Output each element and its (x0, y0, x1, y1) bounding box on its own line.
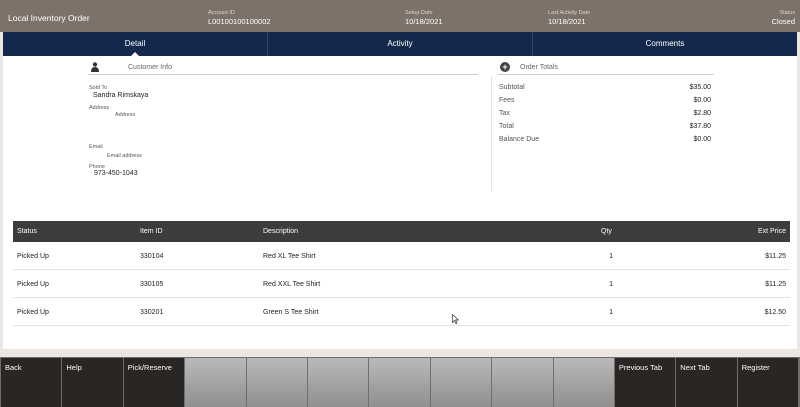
account-id-field: Account ID L00100100100002 (208, 10, 271, 26)
empty-function-key (492, 358, 553, 407)
table-row[interactable]: Picked Up 330201 Green S Tee Shirt 1 $12… (13, 298, 790, 326)
page-title: Local Inventory Order (8, 13, 90, 23)
cell-item-id: 330201 (140, 309, 164, 316)
status-value: Closed (771, 17, 795, 26)
tab-bar: Detail Activity Comments (3, 32, 797, 56)
previous-tab-button[interactable]: Previous Tab (614, 358, 676, 407)
cell-item-id: 330104 (140, 253, 164, 260)
back-button[interactable]: Back (1, 358, 62, 407)
setup-date-field: Setup Date 10/18/2021 (405, 10, 443, 26)
email-value: Email address (107, 153, 142, 159)
last-activity-label: Last Activity Date (548, 10, 591, 16)
column-ext-price[interactable]: Ext Price (758, 228, 786, 235)
empty-function-key (553, 358, 614, 407)
help-button[interactable]: Help (62, 358, 123, 407)
customer-info-title: Customer Info (128, 64, 172, 71)
empty-function-key (246, 358, 307, 407)
last-activity-value: 10/18/2021 (548, 17, 586, 26)
cell-status: Picked Up (17, 253, 49, 260)
detail-panel: Customer Info Sold To Sandra Rimskaya Ad… (3, 56, 797, 349)
empty-function-key (307, 358, 369, 407)
totals-value: $2.80 (693, 110, 711, 117)
pick-reserve-button[interactable]: Pick/Reserve (123, 358, 185, 407)
account-id-value: L00100100100002 (208, 17, 271, 26)
cell-description: Red XL Tee Shirt (263, 253, 316, 260)
customer-info-header: Customer Info (88, 61, 478, 75)
account-id-label: Account ID (208, 10, 235, 16)
sold-to-value: Sandra Rimskaya (93, 92, 149, 99)
status-field: Status Closed (772, 10, 795, 26)
function-key-bar: Back Help Pick/Reserve Previous Tab Next… (0, 357, 800, 407)
column-description[interactable]: Description (263, 228, 298, 235)
totals-value: $0.00 (693, 97, 711, 104)
sold-to-label: Sold To (89, 85, 108, 91)
totals-label: Balance Due (499, 136, 540, 143)
column-qty[interactable]: Qty (601, 228, 612, 235)
cell-description: Red XXL Tee Shirt (263, 281, 321, 288)
order-totals-header: + Order Totals (498, 61, 714, 75)
address-label: Address (89, 105, 110, 111)
table-row[interactable]: Picked Up 330105 Red XXL Tee Shirt 1 $11… (13, 270, 790, 298)
empty-function-key (185, 358, 246, 407)
totals-label: Tax (499, 110, 510, 117)
last-activity-field: Last Activity Date 10/18/2021 (548, 10, 590, 26)
cell-description: Green S Tee Shirt (263, 309, 319, 316)
totals-label: Fees (499, 97, 515, 104)
column-item-id[interactable]: Item ID (140, 228, 163, 235)
column-status[interactable]: Status (17, 228, 37, 235)
status-label: Status (779, 10, 795, 16)
items-table: Status Item ID Description Qty Ext Price… (13, 221, 790, 326)
totals-value: $0.00 (693, 136, 711, 143)
next-tab-button[interactable]: Next Tab (676, 358, 737, 407)
totals-row-total: Total $37.80 (499, 123, 711, 130)
cell-status: Picked Up (17, 309, 49, 316)
totals-row-subtotal: Subtotal $35.00 (499, 84, 711, 91)
register-button[interactable]: Register (737, 358, 799, 407)
title-bar: Local Inventory Order Account ID L001001… (0, 0, 800, 32)
phone-value: 973-450-1043 (94, 170, 138, 177)
person-icon (91, 62, 99, 72)
totals-label: Total (499, 123, 514, 130)
cell-qty: 1 (609, 281, 613, 288)
setup-date-value: 10/18/2021 (405, 17, 443, 26)
totals-row-balance-due: Balance Due $0.00 (499, 136, 711, 143)
email-label: Email (89, 144, 103, 150)
cell-ext-price: $11.25 (765, 253, 786, 260)
totals-row-tax: Tax $2.80 (499, 110, 711, 117)
cell-ext-price: $11.25 (765, 281, 786, 288)
plus-circle-icon[interactable]: + (500, 62, 510, 72)
totals-value: $37.80 (689, 123, 711, 130)
empty-function-key (369, 358, 430, 407)
totals-label: Subtotal (499, 84, 525, 91)
order-totals-title: Order Totals (520, 64, 558, 71)
cell-item-id: 330105 (140, 281, 164, 288)
cell-qty: 1 (609, 309, 613, 316)
mouse-cursor-icon (452, 314, 459, 324)
totals-row-fees: Fees $0.00 (499, 97, 711, 104)
cell-qty: 1 (609, 253, 613, 260)
section-divider (491, 76, 492, 191)
tab-detail[interactable]: Detail (3, 32, 268, 56)
table-header: Status Item ID Description Qty Ext Price (13, 221, 790, 242)
empty-function-key (430, 358, 492, 407)
totals-value: $35.00 (689, 84, 711, 91)
setup-date-label: Setup Date (405, 10, 433, 16)
cell-status: Picked Up (17, 281, 49, 288)
tab-comments[interactable]: Comments (533, 32, 797, 56)
tab-activity[interactable]: Activity (268, 32, 533, 56)
table-row[interactable]: Picked Up 330104 Red XL Tee Shirt 1 $11.… (13, 242, 790, 270)
cell-ext-price: $12.50 (764, 309, 786, 316)
address-value: Address (115, 112, 136, 118)
